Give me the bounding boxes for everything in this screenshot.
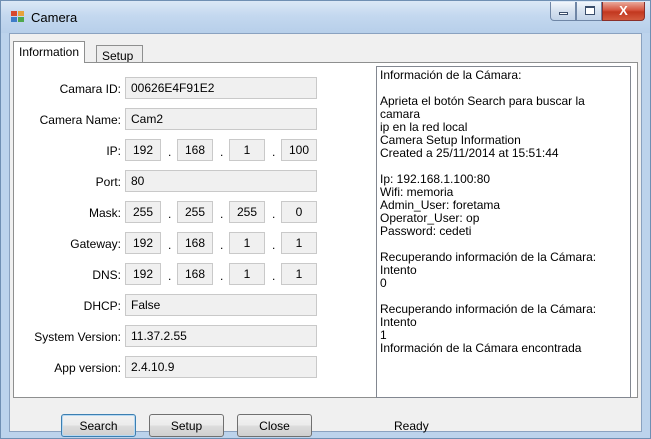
status-label: Ready [394,419,429,433]
minimize-button[interactable] [550,2,576,21]
camera-window: Camera X Information Setup Camara ID: 00… [0,0,651,439]
dns-octet-3[interactable]: 1 [229,263,265,285]
gateway-separator: . [220,238,224,252]
ip-octet-2[interactable]: 168 [177,139,213,161]
app-window-icon [11,11,25,23]
camera-id-label: Camara ID: [59,82,121,96]
gateway-octet-1[interactable]: 192 [125,232,161,254]
camera-name-label: Camera Name: [39,113,121,127]
close-icon: X [619,3,628,18]
dns-separator: . [168,269,172,283]
tab-information[interactable]: Information [13,41,86,63]
maximize-icon [585,6,595,15]
app-version-label: App version: [54,361,121,375]
port-field[interactable]: 80 [125,170,317,192]
search-button[interactable]: Search [61,414,136,437]
mask-separator: . [220,207,224,221]
title-bar[interactable]: Camera X [1,1,650,33]
port-label: Port: [95,175,121,189]
ip-octet-4[interactable]: 100 [281,139,317,161]
gateway-octet-2[interactable]: 168 [177,232,213,254]
mask-octet-1[interactable]: 255 [125,201,161,223]
camera-id-field[interactable]: 00626E4F91E2 [125,77,317,99]
mask-octet-4[interactable]: 0 [281,201,317,223]
ip-separator: . [272,145,276,159]
ip-separator: . [168,145,172,159]
client-area: Information Setup Camara ID: 00626E4F91E… [9,33,642,437]
window-title: Camera [31,10,78,25]
maximize-button[interactable] [576,2,602,21]
system-version-label: System Version: [34,330,121,344]
ip-octet-3[interactable]: 1 [229,139,265,161]
dhcp-label: DHCP: [83,299,121,313]
dns-label: DNS: [92,268,121,282]
app-version-field[interactable]: 2.4.10.9 [125,356,317,378]
ip-label: IP: [106,144,121,158]
dns-octet-1[interactable]: 192 [125,263,161,285]
dhcp-field[interactable]: False [125,294,317,316]
info-log-textbox[interactable]: Información de la Cámara: Aprieta el bot… [376,66,631,398]
dns-octet-2[interactable]: 168 [177,263,213,285]
mask-octet-3[interactable]: 255 [229,201,265,223]
minimize-icon [559,12,568,15]
gateway-label: Gateway: [70,237,121,251]
dns-separator: . [272,269,276,283]
gateway-separator: . [168,238,172,252]
camera-name-field[interactable]: Cam2 [125,108,317,130]
setup-button[interactable]: Setup [149,414,224,437]
dns-separator: . [220,269,224,283]
close-window-button[interactable]: X [602,2,645,21]
ip-separator: . [220,145,224,159]
gateway-separator: . [272,238,276,252]
ip-octet-1[interactable]: 192 [125,139,161,161]
gateway-octet-4[interactable]: 1 [281,232,317,254]
system-version-field[interactable]: 11.37.2.55 [125,325,317,347]
close-button[interactable]: Close [237,414,312,437]
mask-separator: . [272,207,276,221]
dns-octet-4[interactable]: 1 [281,263,317,285]
mask-separator: . [168,207,172,221]
gateway-octet-3[interactable]: 1 [229,232,265,254]
mask-label: Mask: [88,206,121,220]
mask-octet-2[interactable]: 255 [177,201,213,223]
